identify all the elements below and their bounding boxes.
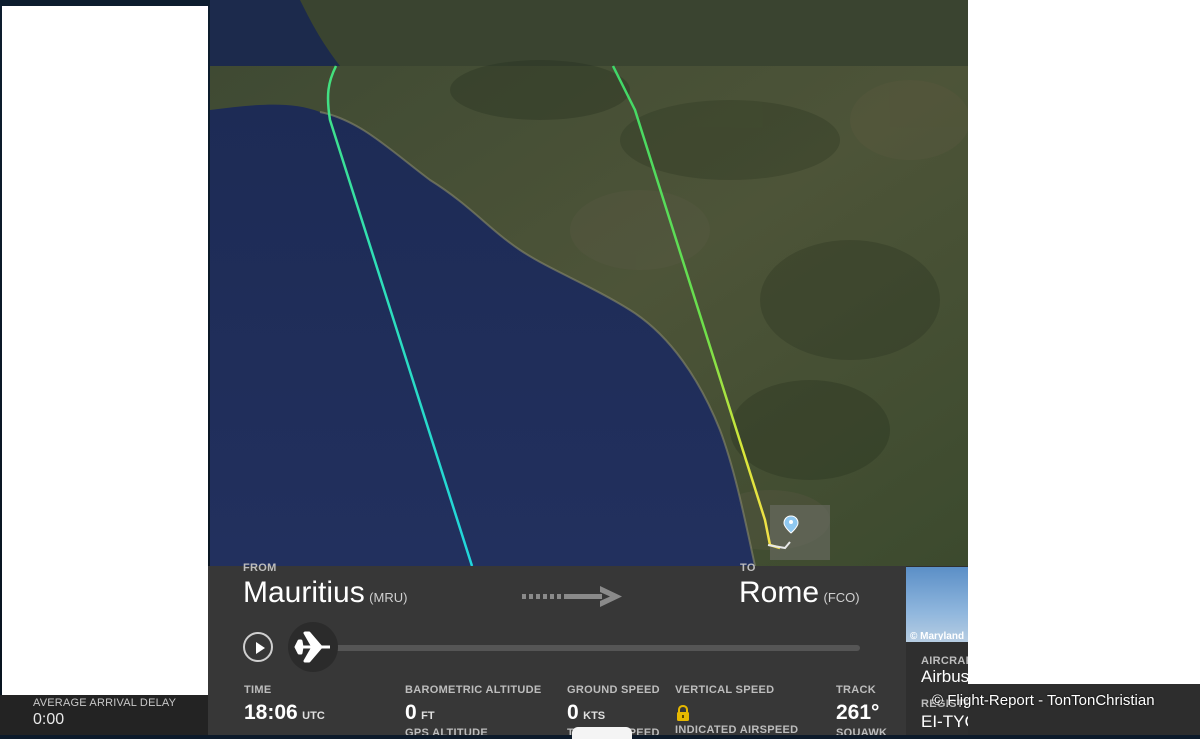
squawk-label: SQUAWK: [836, 727, 888, 735]
photo-watermark: © Flight-Report - TonTonChristian: [932, 692, 1155, 709]
gps-altitude-label: GPS ALTITUDE: [405, 727, 489, 735]
barometric-altitude-value: 0: [405, 701, 417, 724]
map-canvas: [210, 0, 968, 566]
airport-area: [770, 505, 830, 560]
playback-progress-track[interactable]: [330, 645, 860, 651]
track-value: 261°: [836, 701, 880, 724]
left-white-panel: [2, 6, 208, 695]
tooltip-tab[interactable]: [572, 727, 632, 739]
aircraft-type-value: Airbus: [921, 667, 968, 686]
destination-code: (FCO): [823, 590, 860, 605]
ground-speed-unit: KTS: [583, 710, 606, 722]
to-label: TO: [740, 562, 756, 572]
average-arrival-delay-value: 0:00: [33, 711, 65, 728]
ground-speed-label: GROUND SPEED: [567, 684, 660, 696]
registration-value: EI-TYC: [921, 712, 968, 731]
ground-speed-reading: 0 KTS: [567, 701, 605, 725]
route-arrow-icon: [522, 586, 622, 607]
airplane-icon: [294, 631, 330, 663]
origin: Mauritius (MRU): [243, 576, 407, 610]
origin-code: (MRU): [369, 590, 408, 605]
from-label: FROM: [243, 562, 277, 572]
barometric-altitude-unit: FT: [421, 710, 435, 722]
time-reading: 18:06 UTC: [244, 701, 325, 725]
play-button[interactable]: [243, 632, 273, 662]
time-value: 18:06: [244, 701, 298, 724]
track-label: TRACK: [836, 684, 876, 696]
destination: Rome (FCO): [739, 576, 860, 610]
lock-icon[interactable]: [676, 705, 690, 722]
indicated-airspeed-label: INDICATED AIRSPEED: [675, 724, 799, 735]
playback-handle[interactable]: [288, 622, 338, 672]
origin-city: Mauritius: [243, 576, 365, 609]
time-label: TIME: [244, 684, 272, 696]
vertical-speed-label: VERTICAL SPEED: [675, 684, 775, 696]
barometric-altitude-reading: 0 FT: [405, 701, 435, 725]
destination-city: Rome: [739, 576, 820, 609]
barometric-altitude-label: BAROMETRIC ALTITUDE: [405, 684, 542, 696]
photo-credit: © Maryland: [910, 631, 965, 640]
time-unit: UTC: [302, 710, 325, 722]
flight-map[interactable]: [210, 0, 968, 566]
photo-credit-box: © Maryland: [910, 626, 968, 640]
right-white-panel: [968, 0, 1200, 684]
aircraft-type-label: AIRCRAFT: [921, 655, 968, 667]
average-arrival-delay-label: AVERAGE ARRIVAL DELAY: [33, 697, 177, 709]
ground-speed-value: 0: [567, 701, 579, 724]
